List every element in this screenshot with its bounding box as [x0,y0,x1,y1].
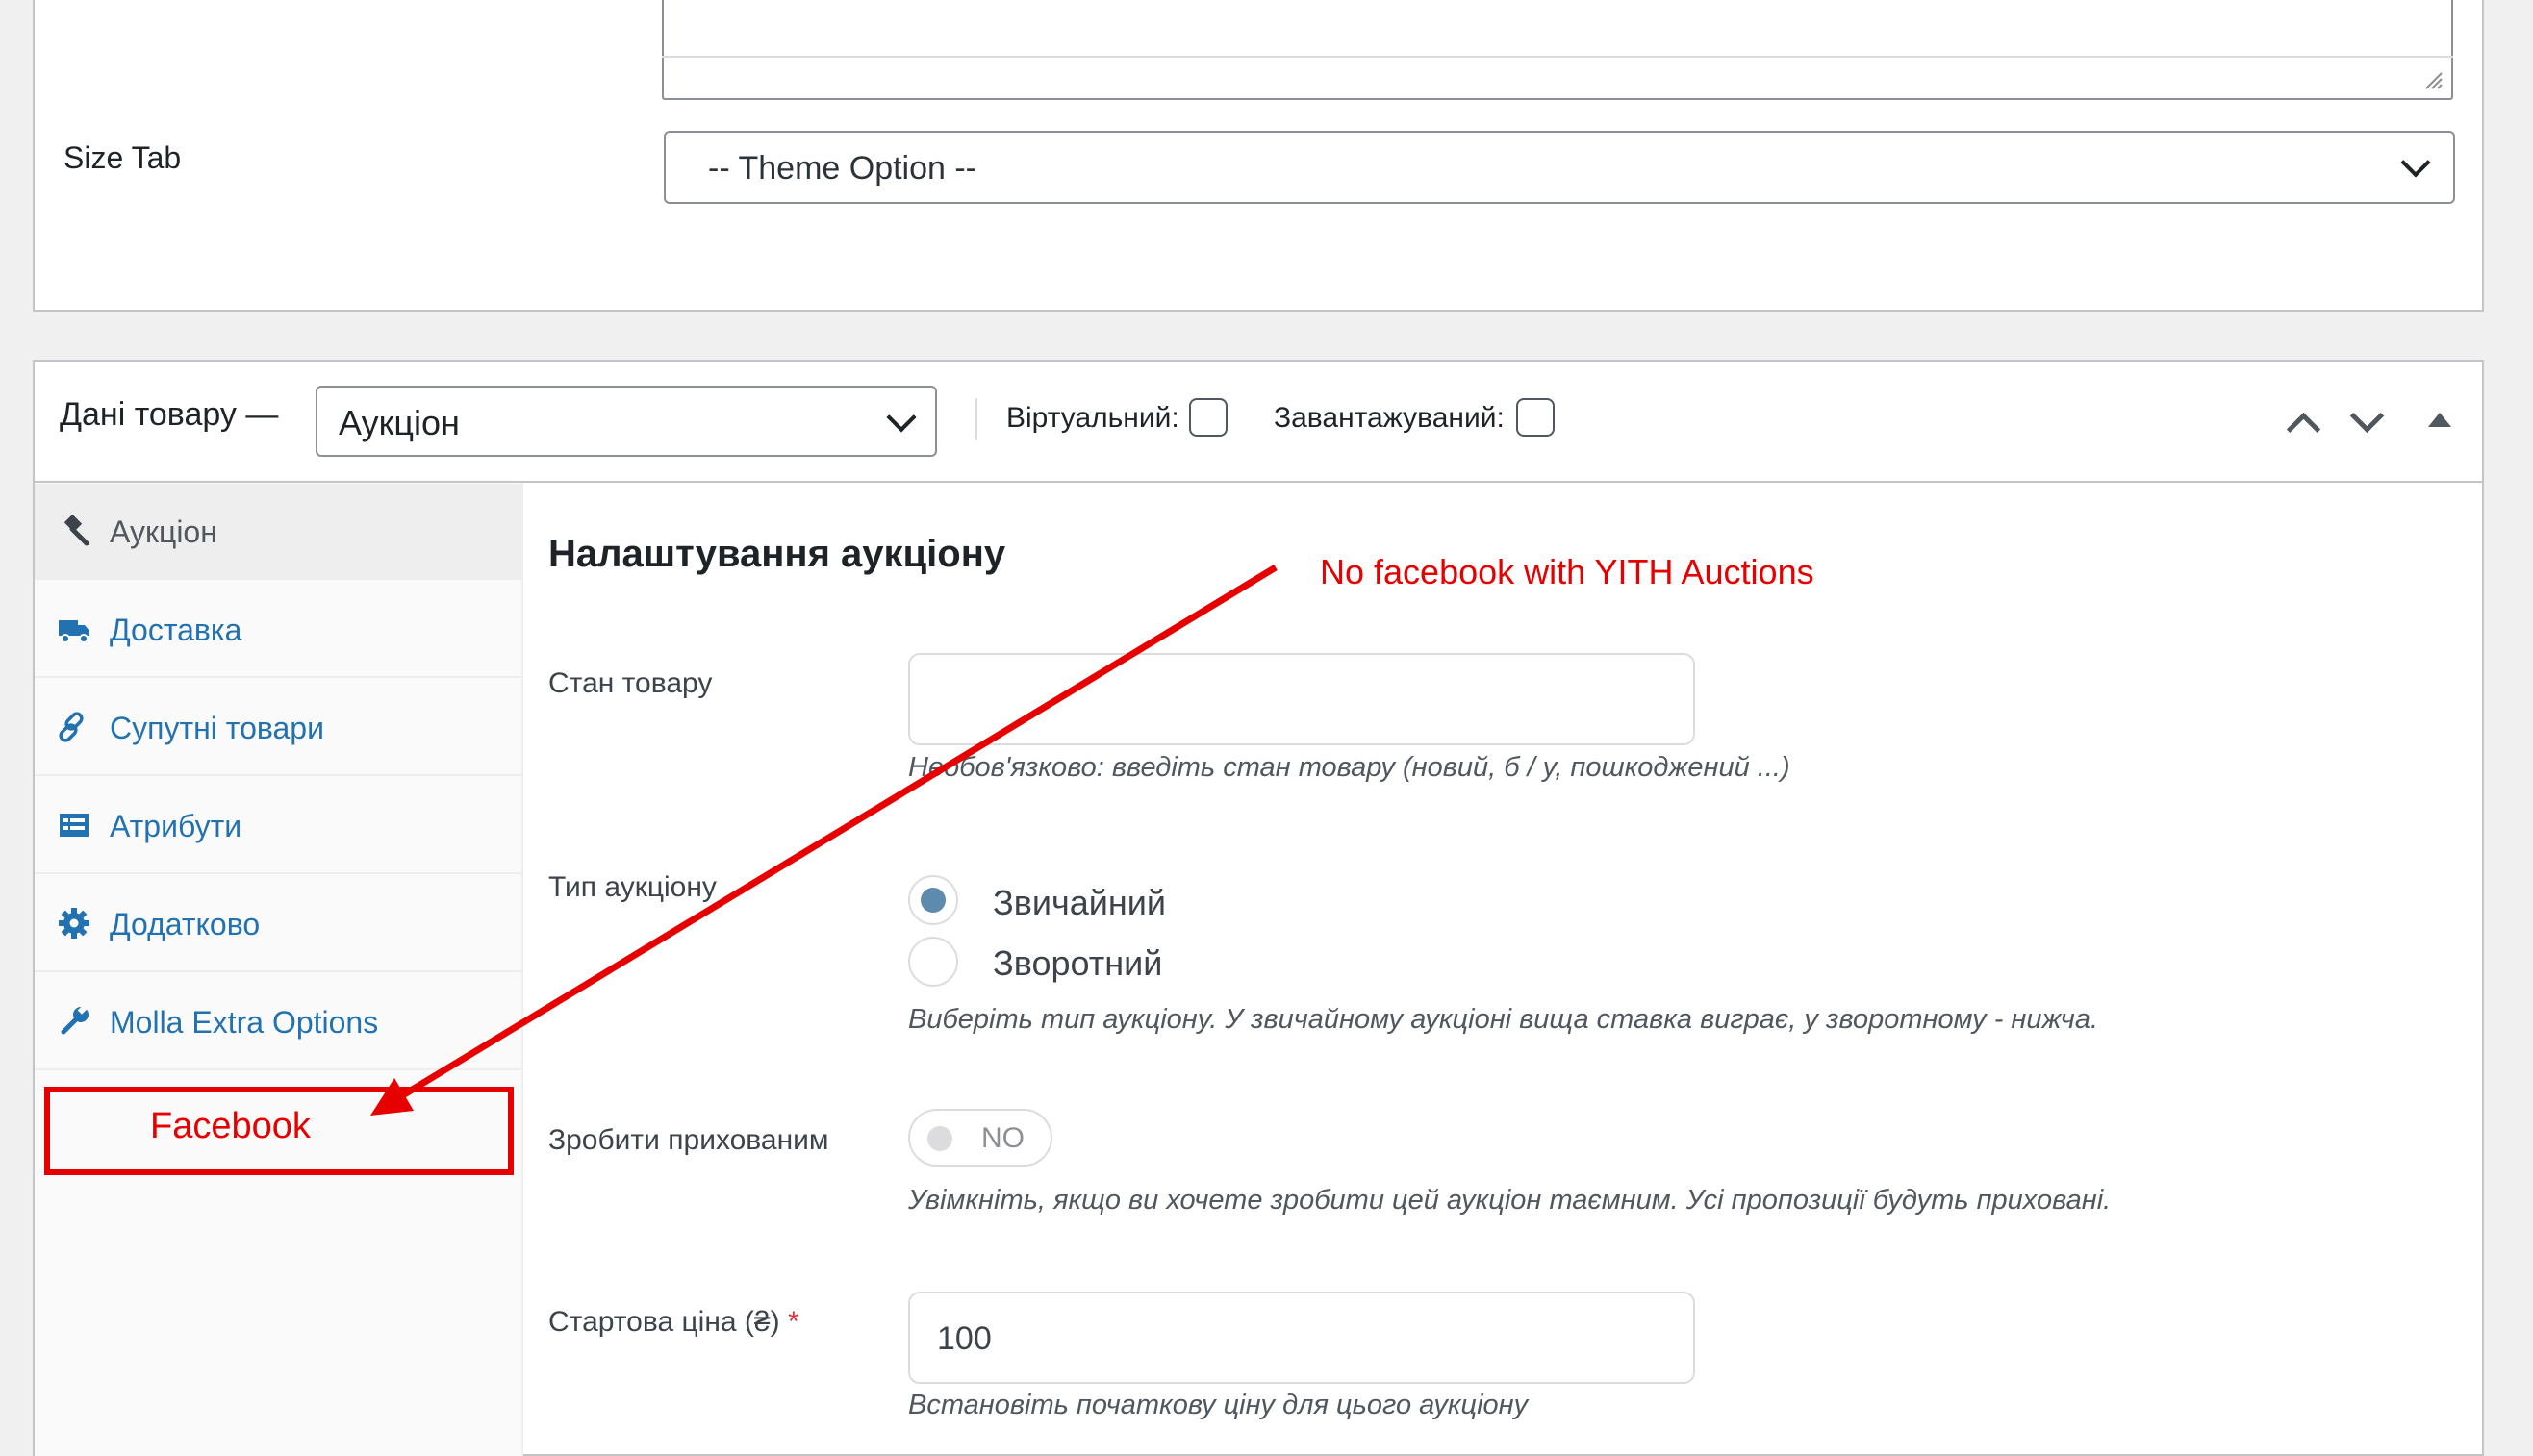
start-price-input[interactable]: 100 [908,1292,1695,1384]
start-price-value: 100 [937,1320,992,1357]
section-title: Налаштування аукціону [548,533,1006,575]
collapse-panel-icon[interactable] [2428,413,2451,427]
tab-auction[interactable]: Аукціон [35,484,523,580]
chevron-down-icon [2400,147,2431,178]
annotation-note: No facebook with YITH Auctions [1320,552,1814,591]
size-tab-select[interactable]: -- Theme Option -- [664,131,2455,204]
start-price-label-text: Стартова ціна (₴) [548,1306,780,1338]
wrench-icon [61,1005,89,1035]
start-price-label: Стартова ціна (₴) * [548,1306,799,1339]
start-price-description: Встановіть початкову ціну для цього аукц… [908,1390,1529,1420]
hidden-toggle[interactable]: NO [908,1109,1052,1167]
tab-label: Аукціон [110,515,217,549]
auction-type-description: Виберіть тип аукціону. У звичайному аукц… [908,1004,2099,1035]
toggle-knob [927,1126,952,1151]
tab-attributes[interactable]: Атрибути [35,778,523,874]
header-divider [975,398,977,440]
tab-label: Доставка [110,613,242,647]
annotation-facebook-label: Facebook [150,1106,311,1146]
tab-label: Атрибути [110,809,242,843]
auction-type-reverse-label: Зворотний [993,943,1163,983]
gavel-icon [63,515,89,546]
tab-linked-products[interactable]: Супутні товари [35,680,523,776]
textarea-field[interactable] [662,0,2453,100]
tab-label: Molla Extra Options [110,1005,379,1040]
link-icon [59,712,84,742]
textarea-divider [662,56,2453,58]
size-tab-label: Size Tab [63,140,182,175]
product-type-selected-value: Аукціон [339,403,460,442]
tab-shipping[interactable]: Доставка [35,582,523,678]
list-icon [60,814,89,837]
auction-type-normal-radio[interactable] [908,875,958,925]
virtual-label: Віртуальний: [1006,402,1179,434]
tab-label: Додатково [110,907,261,941]
condition-label: Стан товару [548,667,713,699]
chevron-down-icon [886,402,917,433]
condition-input[interactable] [908,653,1695,745]
toggle-state-text: NO [981,1122,1025,1154]
virtual-checkbox[interactable] [1189,398,1228,437]
hidden-description: Увімкніть, якщо ви хочете зробити цей ау… [908,1185,2112,1216]
truck-icon [59,620,89,643]
auction-type-label: Тип аукціону [548,871,717,903]
resize-handle-icon[interactable] [2422,69,2444,90]
downloadable-checkbox[interactable] [1516,398,1555,437]
required-mark: * [787,1306,799,1338]
tab-advanced[interactable]: Додатково [35,876,523,972]
hidden-label: Зробити прихованим [548,1124,829,1156]
condition-description: Необов'язково: введіть стан товару (нови… [908,752,1790,783]
tab-label: Супутні товари [110,711,324,745]
product-data-title: Дані товару — [60,396,279,433]
product-type-select[interactable]: Аукціон [316,386,937,457]
auction-type-normal-label: Звичайний [993,883,1166,922]
gear-icon [59,908,89,939]
size-tab-selected-value: -- Theme Option -- [708,150,977,187]
downloadable-label: Завантажуваний: [1274,402,1505,434]
auction-type-reverse-radio[interactable] [908,937,958,987]
tab-molla-extra-options[interactable]: Molla Extra Options [35,974,523,1070]
